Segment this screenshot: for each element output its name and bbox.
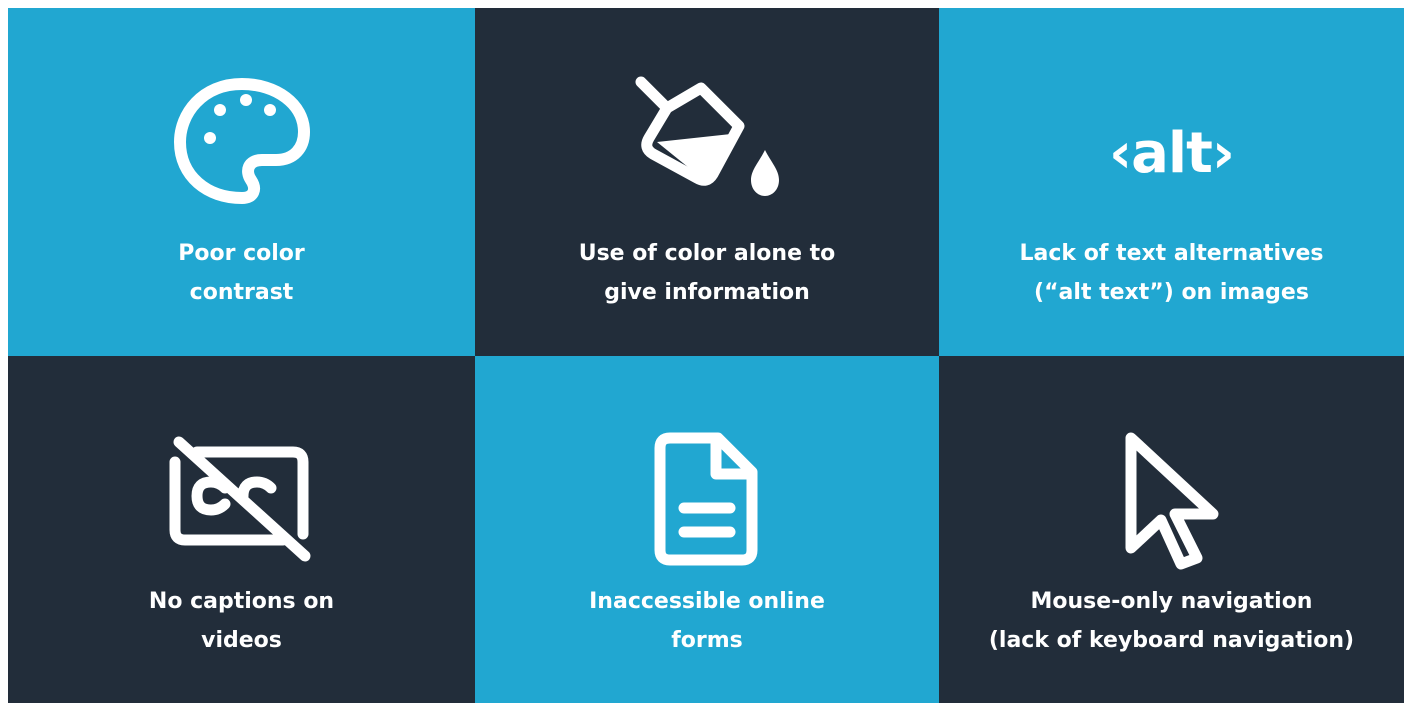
document-icon — [652, 430, 762, 568]
tile-mouse-only: Mouse-only navigation (lack of keyboard … — [939, 356, 1404, 703]
tile-alt-text: ‹alt› Lack of text alternatives (“alt te… — [939, 8, 1404, 356]
paint-bucket-icon — [627, 72, 787, 202]
closed-captions-off-icon — [167, 436, 317, 562]
palette-icon — [172, 76, 312, 206]
tile-label: No captions on videos — [148, 589, 335, 653]
tile-poor-color-contrast: Poor color contrast — [8, 8, 475, 356]
tile-label: Inaccessible online forms — [589, 589, 825, 653]
alt-tag-icon: ‹alt› — [1109, 121, 1235, 186]
tile-label: Poor color contrast — [178, 241, 305, 305]
tile-no-captions: No captions on videos — [8, 356, 475, 703]
tile-label: Use of color alone to give information — [578, 241, 836, 305]
mouse-cursor-icon — [1117, 430, 1227, 570]
tile-inaccessible-forms: Inaccessible online forms — [475, 356, 939, 703]
tile-label: Lack of text alternatives (“alt text”) o… — [1019, 241, 1324, 305]
tile-color-alone: Use of color alone to give information — [475, 8, 939, 356]
tile-label: Mouse-only navigation (lack of keyboard … — [988, 589, 1355, 653]
accessibility-issues-grid: Poor color contrast Use of color alone t… — [8, 8, 1404, 703]
